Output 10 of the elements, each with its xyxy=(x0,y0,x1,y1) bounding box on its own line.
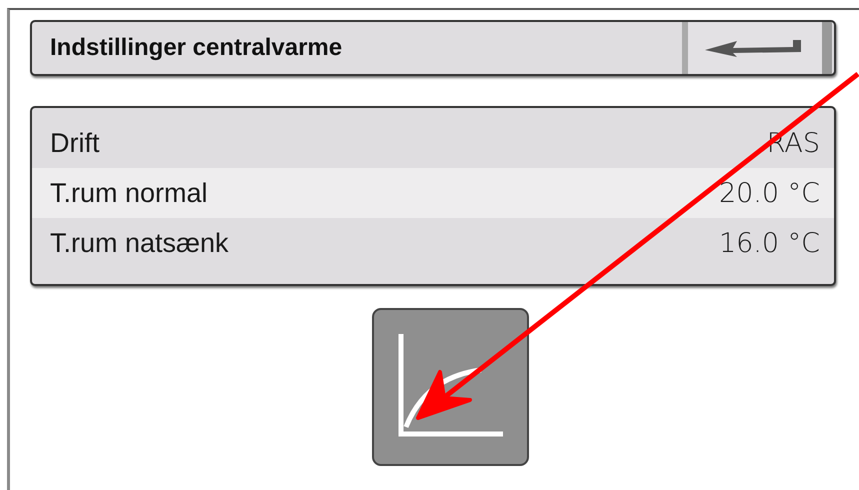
title: Indstillinger centralvarme xyxy=(50,34,342,62)
settings-row[interactable]: T.rum natsænk 16.0 °C xyxy=(32,218,834,268)
heating-curve-button[interactable] xyxy=(372,308,529,466)
setting-label: T.rum normal xyxy=(50,178,208,208)
back-button[interactable] xyxy=(682,22,832,74)
setting-label: T.rum natsænk xyxy=(50,228,229,258)
setting-label: Drift xyxy=(50,128,100,158)
setting-value: 20.0 °C xyxy=(718,178,820,208)
setting-value: 16.0 °C xyxy=(718,228,820,258)
settings-row[interactable]: T.rum normal 20.0 °C xyxy=(32,168,834,218)
